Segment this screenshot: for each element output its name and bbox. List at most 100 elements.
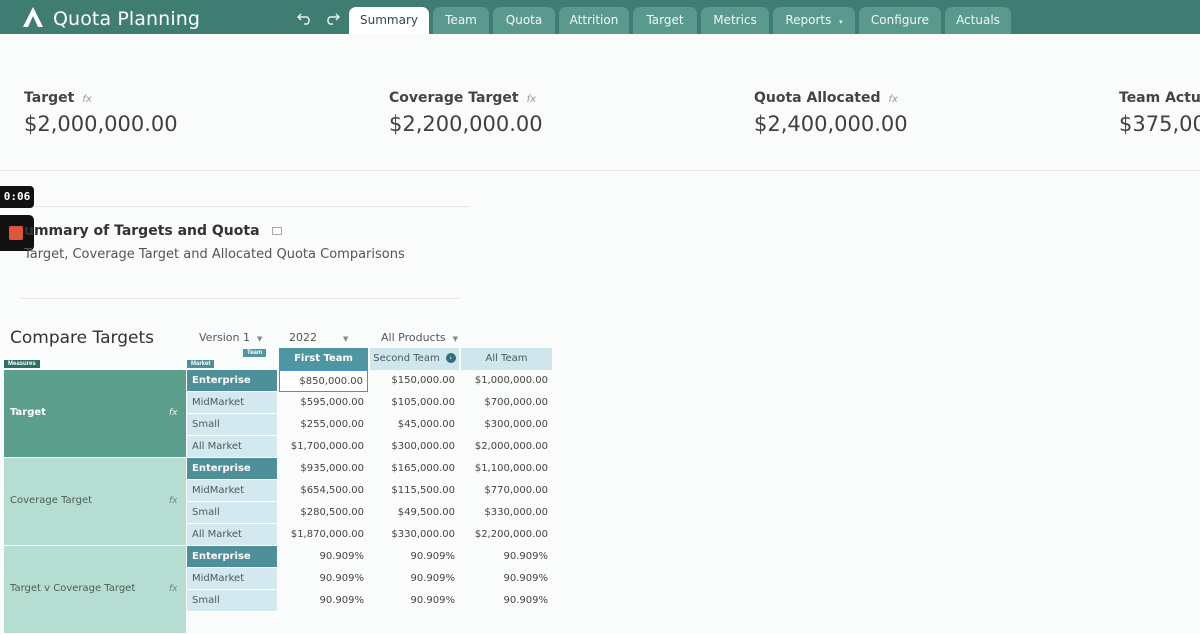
- chevron-down-icon: ▼: [452, 335, 459, 343]
- column-header-label: Second Team: [373, 353, 440, 364]
- tab-configure[interactable]: Configure: [859, 7, 941, 34]
- kpi-quota-allocated: Quota Allocated fx $2,400,000.00: [754, 90, 908, 136]
- table-cell[interactable]: $45,000.00: [370, 414, 459, 436]
- table-cell[interactable]: $49,500.00: [370, 502, 459, 524]
- year-dropdown[interactable]: 2022 ▼: [289, 331, 348, 344]
- app-logo-icon: [23, 7, 43, 27]
- table-cell[interactable]: $255,000.00: [279, 414, 368, 436]
- year-dropdown-value: 2022: [289, 331, 317, 344]
- app-title: Quota Planning: [53, 8, 200, 30]
- tab-target[interactable]: Target: [633, 7, 697, 34]
- formula-icon: fx: [82, 94, 92, 105]
- chevron-down-icon: ▾: [839, 18, 843, 26]
- formula-icon: fx: [526, 94, 537, 105]
- version-dropdown[interactable]: Version 1 ▼: [199, 331, 262, 344]
- table-cell[interactable]: $654,500.00: [279, 480, 368, 502]
- measure-row-header[interactable]: Target fx: [4, 370, 186, 458]
- table-cell[interactable]: $1,700,000.00: [279, 436, 368, 458]
- column-header-2[interactable]: All Team: [461, 348, 552, 370]
- tab-reports[interactable]: Reports ▾: [773, 7, 855, 34]
- market-row-header[interactable]: Small: [187, 414, 277, 436]
- tab-summary[interactable]: Summary: [349, 7, 429, 34]
- section-title: ummary of Targets and Quota: [24, 223, 283, 239]
- measure-label: Target: [10, 407, 46, 418]
- column-header-0[interactable]: First Team: [279, 348, 368, 370]
- table-cell[interactable]: $280,500.00: [279, 502, 368, 524]
- market-row-header[interactable]: Small: [187, 590, 277, 612]
- measure-row-header[interactable]: Coverage Target fx: [4, 458, 186, 546]
- measure-row-header[interactable]: Target v Coverage Target fx: [4, 546, 186, 634]
- tab-team[interactable]: Team: [433, 7, 489, 34]
- product-dropdown[interactable]: All Products ▼: [381, 331, 458, 344]
- chevron-down-icon: ▼: [343, 335, 349, 343]
- table-cell[interactable]: $300,000.00: [461, 414, 552, 436]
- table-cell[interactable]: $770,000.00: [461, 480, 552, 502]
- formula-icon: fx: [169, 408, 178, 418]
- market-row-header[interactable]: Enterprise: [187, 458, 277, 480]
- section-subtitle: Target, Coverage Target and Allocated Qu…: [24, 247, 405, 262]
- table-cell[interactable]: 90.909%: [461, 546, 552, 568]
- table-cell[interactable]: 90.909%: [279, 546, 368, 568]
- table-cell[interactable]: $935,000.00: [279, 458, 368, 480]
- formula-icon: fx: [169, 496, 178, 506]
- expand-arrow-icon[interactable]: ›: [445, 353, 456, 363]
- market-tag: Market: [187, 360, 215, 368]
- compare-targets-title: Compare Targets: [10, 328, 154, 348]
- table-cell[interactable]: $595,000.00: [279, 392, 368, 414]
- kpi-value: $2,200,000.00: [389, 112, 543, 136]
- table-cell[interactable]: $165,000.00: [370, 458, 459, 480]
- measures-tag: Measures: [4, 360, 40, 368]
- table-cell[interactable]: $2,000,000.00: [461, 436, 552, 458]
- table-cell[interactable]: 90.909%: [370, 546, 459, 568]
- table-cell[interactable]: 90.909%: [461, 568, 552, 590]
- market-row-header[interactable]: All Market: [187, 436, 277, 458]
- market-row-header[interactable]: MidMarket: [187, 392, 277, 414]
- market-row-header[interactable]: Enterprise: [187, 546, 277, 568]
- table-cell[interactable]: $850,000.00: [279, 370, 368, 392]
- table-cell[interactable]: 90.909%: [279, 568, 368, 590]
- table-cell[interactable]: $150,000.00: [370, 370, 459, 392]
- column-header-1[interactable]: Second Team ›: [370, 348, 459, 370]
- market-row-header[interactable]: All Market: [187, 524, 277, 546]
- table-cell[interactable]: $1,100,000.00: [461, 458, 552, 480]
- redo-icon[interactable]: [324, 11, 340, 25]
- market-row-header[interactable]: Enterprise: [187, 370, 277, 392]
- recording-timer: 0:06: [0, 186, 34, 208]
- tab-actuals[interactable]: Actuals: [945, 7, 1011, 34]
- table-cell[interactable]: $300,000.00: [370, 436, 459, 458]
- divider: [20, 298, 460, 299]
- table-cell[interactable]: $700,000.00: [461, 392, 552, 414]
- table-cell[interactable]: 90.909%: [461, 590, 552, 612]
- team-tag: Team: [243, 349, 267, 357]
- measure-label: Target v Coverage Target: [10, 583, 136, 594]
- table-cell[interactable]: $1,000,000.00: [461, 370, 552, 392]
- kpi-label: Target: [24, 90, 75, 106]
- table-cell[interactable]: $330,000.00: [370, 524, 459, 546]
- kpi-label: Team Actua: [1119, 90, 1200, 106]
- table-cell[interactable]: $115,500.00: [370, 480, 459, 502]
- section-title-text: ummary of Targets and Quota: [24, 223, 260, 239]
- tab-attrition[interactable]: Attrition: [559, 7, 629, 34]
- table-cell[interactable]: 90.909%: [279, 590, 368, 612]
- kpi-label: Coverage Target: [389, 90, 519, 106]
- table-cell[interactable]: $2,200,000.00: [461, 524, 552, 546]
- kpi-target: Target fx $2,000,000.00: [24, 90, 178, 136]
- table-cell[interactable]: 90.909%: [370, 590, 459, 612]
- formula-icon: fx: [888, 94, 898, 105]
- formula-icon: fx: [169, 584, 178, 594]
- tab-metrics[interactable]: Metrics: [701, 7, 769, 34]
- chevron-down-icon: ▼: [256, 335, 263, 343]
- market-row-header[interactable]: MidMarket: [187, 480, 277, 502]
- tab-quota[interactable]: Quota: [493, 7, 555, 34]
- table-cell[interactable]: 90.909%: [370, 568, 459, 590]
- table-cell[interactable]: $1,870,000.00: [279, 524, 368, 546]
- market-row-header[interactable]: MidMarket: [187, 568, 277, 590]
- market-row-header[interactable]: Small: [187, 502, 277, 524]
- table-cell[interactable]: $105,000.00: [370, 392, 459, 414]
- table-cell[interactable]: $330,000.00: [461, 502, 552, 524]
- divider: [20, 206, 470, 207]
- product-dropdown-value: All Products: [381, 331, 446, 344]
- top-bar: Quota Planning Summary Team Quota Attrit…: [0, 0, 1200, 34]
- undo-icon[interactable]: [297, 11, 313, 25]
- kpi-coverage-target: Coverage Target fx $2,200,000.00: [389, 90, 543, 136]
